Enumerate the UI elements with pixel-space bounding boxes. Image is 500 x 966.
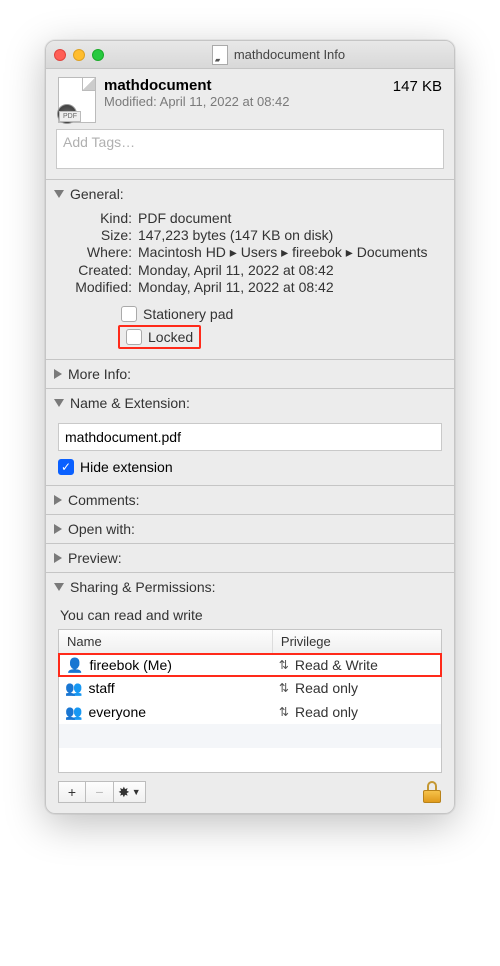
group-icon: 👥 [65,680,82,697]
disclosure-triangle-icon [54,369,62,379]
updown-icon[interactable]: ⇅ [279,661,289,669]
hide-extension-label: Hide extension [80,459,173,475]
filename-input[interactable]: mathdocument.pdf [58,423,442,451]
section-comments[interactable]: Comments: [46,486,454,514]
minimize-icon[interactable] [73,49,85,61]
kind-value: PDF document [138,210,442,226]
disclosure-triangle-icon [54,583,64,591]
permissions-table: Name Privilege 👤fireebok (Me) ⇅Read & Wr… [58,629,442,773]
where-value: Macintosh HD ▸ Users ▸ fireebok ▸ Docume… [138,244,442,261]
stationery-label: Stationery pad [143,306,233,322]
close-icon[interactable] [54,49,66,61]
section-name-extension[interactable]: Name & Extension: [46,389,454,417]
zoom-icon[interactable] [92,49,104,61]
disclosure-triangle-icon [54,190,64,198]
general-body: Kind:PDF document Size:147,223 bytes (14… [46,208,454,359]
file-header: PDF mathdocument Modified: April 11, 202… [46,69,454,129]
file-modified: Modified: April 11, 2022 at 08:42 [104,94,385,109]
section-general[interactable]: General: [46,180,454,208]
modified-value: Monday, April 11, 2022 at 08:42 [138,279,442,295]
size-value: 147,223 bytes (147 KB on disk) [138,227,442,243]
updown-icon[interactable]: ⇅ [279,684,289,692]
add-button[interactable]: + [58,781,86,803]
checkbox-icon[interactable] [58,459,74,475]
file-icon [212,45,228,65]
file-size: 147 KB [393,77,442,95]
section-more-info[interactable]: More Info: [46,360,454,388]
col-name-header[interactable]: Name [59,630,273,653]
group-icon: 👥 [65,704,82,721]
locked-checkbox-row[interactable]: Locked [123,328,196,346]
section-sharing-permissions[interactable]: Sharing & Permissions: [46,573,454,601]
checkbox-icon[interactable] [126,329,142,345]
permissions-message: You can read and write [60,607,442,623]
info-window: mathdocument Info PDF mathdocument Modif… [45,40,455,814]
table-row[interactable]: 👥everyone ⇅Read only [59,700,441,724]
col-priv-header[interactable]: Privilege [273,630,441,653]
disclosure-triangle-icon [54,553,62,563]
lock-icon[interactable] [422,781,442,803]
file-name: mathdocument [104,77,385,94]
titlebar: mathdocument Info [46,41,454,69]
table-row[interactable]: 👥staff ⇅Read only [59,676,441,700]
user-icon: 👤 [66,657,83,674]
disclosure-triangle-icon [54,495,62,505]
table-row [59,724,441,748]
tags-placeholder: Add Tags… [63,134,135,150]
checkbox-icon[interactable] [121,306,137,322]
disclosure-triangle-icon [54,524,62,534]
section-open-with[interactable]: Open with: [46,515,454,543]
locked-label: Locked [148,329,193,345]
window-title: mathdocument Info [234,47,345,62]
permissions-toolbar: + − ✸▼ [46,777,454,813]
document-icon: PDF [58,77,96,123]
gear-icon: ✸ [118,784,130,801]
disclosure-triangle-icon [54,399,64,407]
chevron-down-icon: ▼ [132,787,141,797]
tags-field[interactable]: Add Tags… [56,129,444,169]
remove-button[interactable]: − [86,781,114,803]
table-row [59,748,441,772]
table-row[interactable]: 👤fireebok (Me) ⇅Read & Write [58,653,442,677]
stationery-checkbox-row[interactable]: Stationery pad [118,305,442,323]
updown-icon[interactable]: ⇅ [279,708,289,716]
hide-extension-row[interactable]: Hide extension [58,459,442,475]
action-menu-button[interactable]: ✸▼ [114,781,146,803]
pdf-badge: PDF [59,111,81,122]
section-preview[interactable]: Preview: [46,544,454,572]
created-value: Monday, April 11, 2022 at 08:42 [138,262,442,278]
